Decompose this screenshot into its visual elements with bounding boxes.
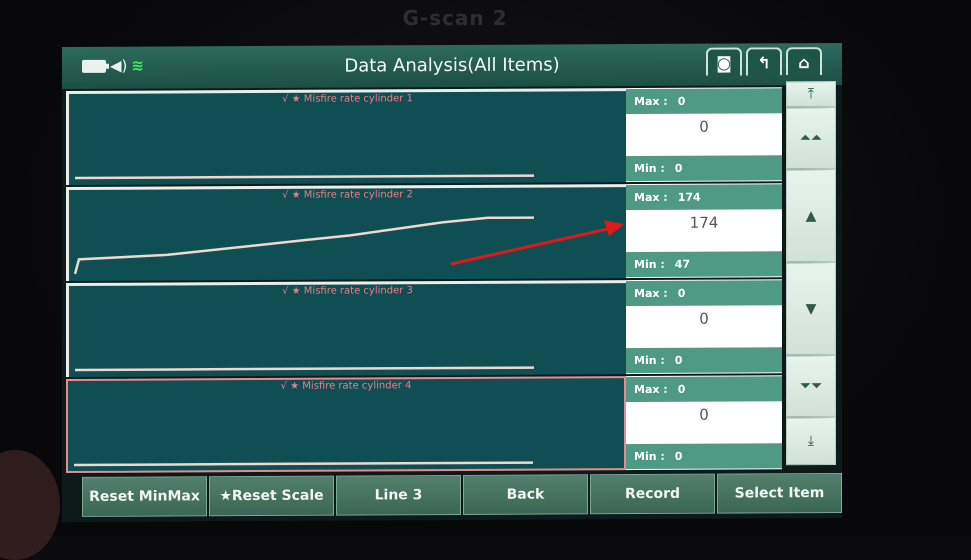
double-down-icon: ⏷⏷ (799, 378, 823, 395)
device-frame: G-scan 2 ◀) ≋ Data Analysis(All Items) ◙… (0, 0, 971, 560)
reset-scale-button[interactable]: ★Reset Scale (209, 475, 334, 517)
graph-trace-line (74, 461, 533, 467)
scroll-top-button[interactable]: ⤒ (786, 80, 836, 108)
scroll-top-icon: ⤒ (807, 86, 815, 103)
title-bar: ◀) ≋ Data Analysis(All Items) ◙ ↰ ⌂ (62, 42, 842, 90)
graph-panel[interactable]: √ ★ Misfire rate cylinder 3 (66, 280, 626, 378)
back-button[interactable]: Back (463, 474, 588, 515)
function-bar: Reset MinMax ★Reset Scale Line 3 Back Re… (82, 472, 842, 517)
current-value: 0 (699, 309, 709, 328)
select-item-button[interactable]: Select Item (717, 472, 842, 514)
screen: ◀) ≋ Data Analysis(All Items) ◙ ↰ ⌂ √ ★ … (62, 42, 842, 523)
scroll-controls: ⤒ ⏶⏶ ▲ ▼ ⏷⏷ ⤓ (786, 80, 836, 467)
current-value: 0 (699, 405, 709, 424)
back-up-button[interactable]: ↰ (746, 47, 782, 76)
red-arrow-annotation (450, 220, 624, 266)
scroll-bottom-icon: ⤓ (807, 433, 815, 450)
min-value: Min :47 (626, 251, 782, 278)
line-count-button[interactable]: Line 3 (336, 474, 461, 516)
graph-panel[interactable]: √ ★ Misfire rate cylinder 1 (66, 88, 626, 186)
arrow-shaft (450, 226, 612, 266)
return-arrow-icon: ↰ (757, 52, 771, 72)
line-up-button[interactable]: ▲ (786, 168, 836, 263)
data-item-row[interactable]: √ ★ Misfire rate cylinder 1 Max :0 0 Min… (66, 87, 782, 186)
graph-trace-line (75, 366, 534, 372)
record-button[interactable]: Record (590, 473, 715, 515)
scroll-bottom-button[interactable]: ⤓ (786, 416, 836, 466)
value-panel: Max :0 0 Min :0 (626, 375, 782, 471)
reset-minmax-button[interactable]: Reset MinMax (82, 476, 207, 517)
line-down-button[interactable]: ▼ (786, 261, 836, 356)
current-value: 174 (689, 213, 719, 232)
data-item-row[interactable]: √ ★ Misfire rate cylinder 3 Max :0 0 Min… (66, 279, 782, 378)
graph-svg (75, 366, 534, 372)
max-value: Max :0 (626, 376, 782, 403)
user-hand (0, 450, 60, 560)
page-up-button[interactable]: ⏶⏶ (786, 106, 836, 170)
max-value: Max :0 (626, 280, 782, 307)
current-value: 0 (699, 117, 709, 136)
value-panel: Max :0 0 Min :0 (626, 279, 782, 375)
data-item-row[interactable]: √ ★ Misfire rate cylinder 2 Max :174 174… (66, 183, 782, 282)
arrow-head (604, 220, 624, 237)
min-value: Min :0 (626, 155, 782, 182)
value-panel: Max :0 0 Min :0 (626, 87, 782, 183)
graph-svg (75, 174, 534, 180)
double-up-icon: ⏶⏶ (799, 130, 823, 147)
data-item-list: √ ★ Misfire rate cylinder 1 Max :0 0 Min… (66, 87, 782, 474)
max-value: Max :174 (626, 184, 782, 211)
capture-button[interactable]: ◙ (706, 47, 742, 76)
camera-icon: ◙ (716, 53, 732, 73)
data-item-row-selected[interactable]: √ ★ Misfire rate cylinder 4 Max :0 0 Min… (66, 375, 782, 474)
min-value: Min :0 (626, 443, 782, 470)
max-value: Max :0 (626, 88, 782, 115)
down-triangle-icon: ▼ (805, 300, 817, 317)
device-brand-logo: G-scan 2 (402, 6, 508, 30)
min-value: Min :0 (626, 347, 782, 374)
up-triangle-icon: ▲ (805, 207, 817, 224)
graph-svg (74, 461, 533, 467)
home-button[interactable]: ⌂ (786, 47, 822, 76)
graph-panel[interactable]: √ ★ Misfire rate cylinder 4 (66, 376, 626, 474)
home-icon: ⌂ (798, 52, 810, 72)
page-down-button[interactable]: ⏷⏷ (786, 354, 836, 418)
graph-trace-line (75, 174, 534, 180)
value-panel: Max :174 174 Min :47 (626, 183, 782, 279)
